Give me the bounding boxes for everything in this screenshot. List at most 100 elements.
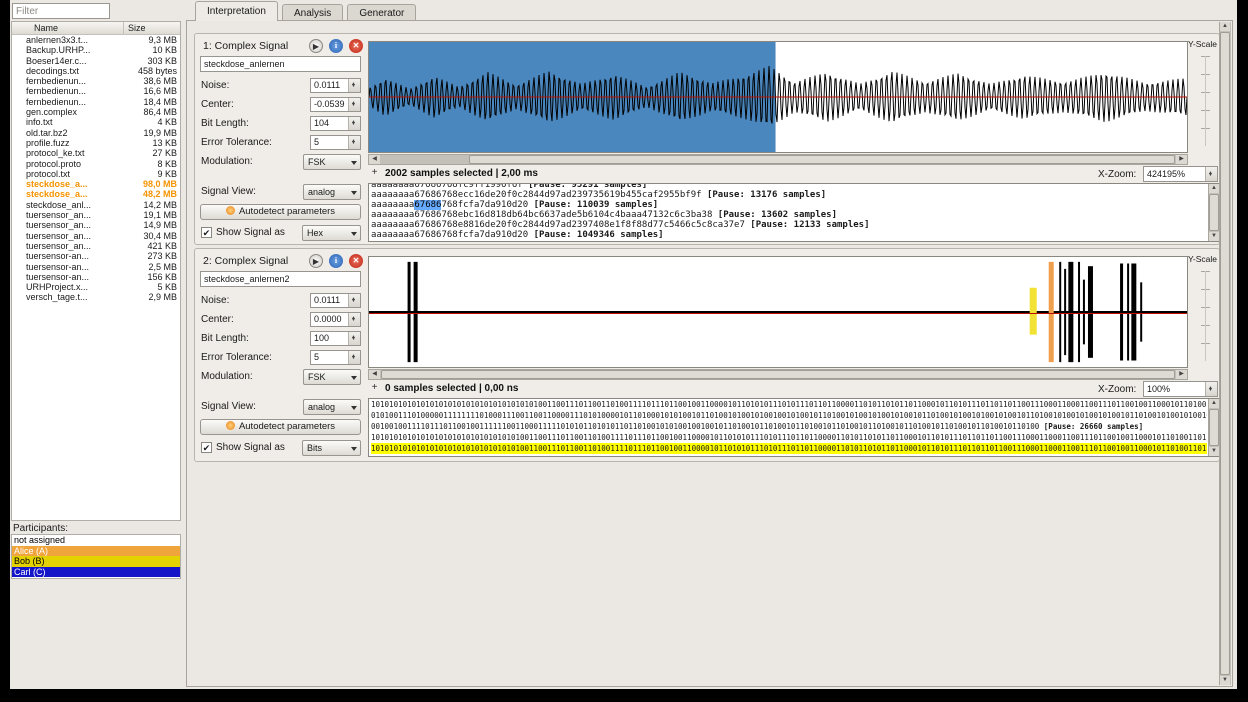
noise-spinbox[interactable]: 0.0111 bbox=[310, 78, 361, 93]
file-row[interactable]: fernbedienun... 18,4 MB bbox=[12, 97, 180, 107]
file-row[interactable]: Boeser14er.c... 303 KB bbox=[12, 56, 180, 66]
file-row[interactable]: fernbedienun... 16,6 MB bbox=[12, 86, 180, 96]
protocol-line[interactable]: 0010010011110111011001001111110011000111… bbox=[371, 421, 1207, 432]
close-button[interactable]: ✕ bbox=[349, 39, 363, 53]
column-header-size[interactable]: Size bbox=[124, 22, 180, 34]
signal1-name-input[interactable]: steckdose_anlernen bbox=[200, 56, 361, 72]
scroll-down-icon[interactable]: ▼ bbox=[1220, 676, 1230, 685]
show-signal-as-checkbox[interactable]: ✔ bbox=[201, 227, 212, 238]
info-button[interactable]: i bbox=[329, 39, 343, 53]
main-v-scrollbar[interactable]: ▲ ▼ bbox=[1219, 22, 1231, 685]
spinbox-arrows-icon[interactable] bbox=[1205, 166, 1217, 182]
scrollbar-handle[interactable] bbox=[469, 155, 1175, 164]
participant-row[interactable]: not assigned bbox=[12, 535, 180, 546]
participant-row[interactable]: Bob (B) bbox=[12, 556, 180, 567]
file-row[interactable]: tuersensor_an... 19,1 MB bbox=[12, 210, 180, 220]
scroll-right-icon[interactable]: ▶ bbox=[1176, 370, 1187, 379]
error-tolerance-spinbox[interactable]: 5 bbox=[310, 135, 361, 150]
tab-interpretation[interactable]: Interpretation bbox=[195, 1, 278, 21]
signal-view-combobox[interactable]: analog bbox=[303, 399, 361, 415]
y-scale-slider[interactable] bbox=[1201, 56, 1210, 146]
file-row[interactable]: protocol.proto 8 KB bbox=[12, 159, 180, 169]
scroll-down-icon[interactable]: ▼ bbox=[1209, 232, 1219, 241]
signal2-name-input[interactable]: steckdose_anlernen2 bbox=[200, 271, 361, 287]
close-button[interactable]: ✕ bbox=[349, 254, 363, 268]
file-row[interactable]: steckdose_anl... 14,2 MB bbox=[12, 200, 180, 210]
spinbox-arrows-icon[interactable] bbox=[348, 78, 360, 93]
protocol-line[interactable]: aaaaaaaa67686768e8816de20f0c2844d97ad239… bbox=[371, 220, 1207, 230]
bit-length-spinbox[interactable]: 104 bbox=[310, 116, 361, 131]
protocol-line[interactable]: aaaaaaaa67686768fc9ff1996f6f [Pause: 952… bbox=[371, 184, 1207, 190]
info-button[interactable]: i bbox=[329, 254, 343, 268]
signal1-h-scrollbar[interactable]: ◀ ▶ bbox=[368, 154, 1188, 165]
protocol-line[interactable]: aaaaaaaa67686768fcfa7da910d20 [Pause: 10… bbox=[371, 230, 1207, 240]
spinbox-arrows-icon[interactable] bbox=[1205, 381, 1217, 397]
zoom-in-button[interactable]: + bbox=[369, 168, 380, 179]
file-row[interactable]: tuersensor_an... 30,4 MB bbox=[12, 231, 180, 241]
modulation-combobox[interactable]: FSK bbox=[303, 154, 361, 170]
scrollbar-handle[interactable] bbox=[381, 370, 1175, 379]
scroll-up-icon[interactable]: ▲ bbox=[1209, 184, 1219, 193]
spinbox-arrows-icon[interactable] bbox=[348, 97, 360, 112]
protocol-line[interactable]: 1010101010101010101010101010101010011001… bbox=[371, 432, 1207, 443]
x-zoom-spinbox[interactable]: 100% bbox=[1143, 381, 1218, 397]
participant-row[interactable]: Carl (C) bbox=[12, 566, 180, 577]
column-header-name[interactable]: Name bbox=[12, 22, 124, 34]
protocol-line[interactable]: 1010101010101010101010101010101010101001… bbox=[371, 399, 1207, 410]
file-row[interactable]: profile.fuzz 13 KB bbox=[12, 138, 180, 148]
error-tolerance-spinbox[interactable]: 5 bbox=[310, 350, 361, 365]
scrollbar-handle[interactable] bbox=[1220, 32, 1230, 675]
scroll-down-icon[interactable]: ▼ bbox=[1209, 447, 1219, 456]
file-row[interactable]: Backup.URHP... 10 KB bbox=[12, 45, 180, 55]
scrollbar-handle[interactable] bbox=[1209, 409, 1219, 446]
file-row[interactable]: versch_tage.t... 2,9 MB bbox=[12, 292, 180, 302]
scroll-up-icon[interactable]: ▲ bbox=[1220, 22, 1230, 31]
spinbox-arrows-icon[interactable] bbox=[348, 331, 360, 346]
protocol-line[interactable]: 0101001110100000111111110100011100110011… bbox=[371, 410, 1207, 421]
scroll-right-icon[interactable]: ▶ bbox=[1176, 155, 1187, 164]
spinbox-arrows-icon[interactable] bbox=[348, 135, 360, 150]
display-format-combobox[interactable]: Hex bbox=[302, 225, 361, 241]
file-row[interactable]: protocol.txt 9 KB bbox=[12, 169, 180, 179]
spinbox-arrows-icon[interactable] bbox=[348, 350, 360, 365]
signal-view-combobox[interactable]: analog bbox=[303, 184, 361, 200]
file-row[interactable]: info.txt 4 KB bbox=[12, 117, 180, 127]
autodetect-parameters-button[interactable]: Autodetect parameters bbox=[200, 419, 361, 435]
display-format-combobox[interactable]: Bits bbox=[302, 440, 361, 456]
signal2-h-scrollbar[interactable]: ◀ ▶ bbox=[368, 369, 1188, 380]
protocol-line[interactable]: aaaaaaaa67686768ecc16de20f0c2844d97ad239… bbox=[371, 190, 1207, 200]
bit-length-spinbox[interactable]: 100 bbox=[310, 331, 361, 346]
file-row[interactable]: fernbedienun... 38,6 MB bbox=[12, 76, 180, 86]
center-spinbox[interactable]: -0.0539 bbox=[310, 97, 361, 112]
spinbox-arrows-icon[interactable] bbox=[348, 293, 360, 308]
file-row[interactable]: URHProject.x... 5 KB bbox=[12, 282, 180, 292]
file-row[interactable]: anlernen3x3.t... 9,3 MB bbox=[12, 35, 180, 45]
file-row[interactable]: tuersensor-an... 156 KB bbox=[12, 272, 180, 282]
scroll-up-icon[interactable]: ▲ bbox=[1209, 399, 1219, 408]
participant-row[interactable]: Alice (A) bbox=[12, 545, 180, 556]
signal2-text-scrollbar[interactable]: ▲ ▼ bbox=[1208, 399, 1219, 456]
play-button[interactable]: ▶ bbox=[309, 254, 323, 268]
file-row[interactable]: decodings.txt 458 bytes bbox=[12, 66, 180, 76]
center-spinbox[interactable]: 0.0000 bbox=[310, 312, 361, 327]
signal1-protocol-area[interactable]: aaaaaaaa67686768fc9ff1996f6f [Pause: 952… bbox=[368, 183, 1220, 242]
spinbox-arrows-icon[interactable] bbox=[348, 312, 360, 327]
autodetect-parameters-button[interactable]: Autodetect parameters bbox=[200, 204, 361, 220]
scrollbar-handle[interactable] bbox=[1209, 194, 1219, 231]
file-row[interactable]: steckdose_a... 48,2 MB bbox=[12, 189, 180, 199]
file-row[interactable]: tuersensor-an... 2,5 MB bbox=[12, 262, 180, 272]
signal1-waveform-plot[interactable] bbox=[368, 41, 1188, 153]
protocol-line[interactable]: 1010101010101010101010101010101010011001… bbox=[371, 443, 1207, 454]
modulation-combobox[interactable]: FSK bbox=[303, 369, 361, 385]
spinbox-arrows-icon[interactable] bbox=[348, 116, 360, 131]
file-row[interactable]: protocol_ke.txt 27 KB bbox=[12, 148, 180, 158]
y-scale-slider[interactable] bbox=[1201, 271, 1210, 361]
file-row[interactable]: gen.complex 86,4 MB bbox=[12, 107, 180, 117]
file-row[interactable]: tuersensor-an... 273 KB bbox=[12, 251, 180, 261]
noise-spinbox[interactable]: 0.0111 bbox=[310, 293, 361, 308]
play-button[interactable]: ▶ bbox=[309, 39, 323, 53]
zoom-in-button[interactable]: + bbox=[369, 383, 380, 394]
protocol-line[interactable]: aaaaaaaa67686768fcfa7da910d20 [Pause: 11… bbox=[371, 200, 1207, 210]
show-signal-as-checkbox[interactable]: ✔ bbox=[201, 442, 212, 453]
signal1-text-scrollbar[interactable]: ▲ ▼ bbox=[1208, 184, 1219, 241]
